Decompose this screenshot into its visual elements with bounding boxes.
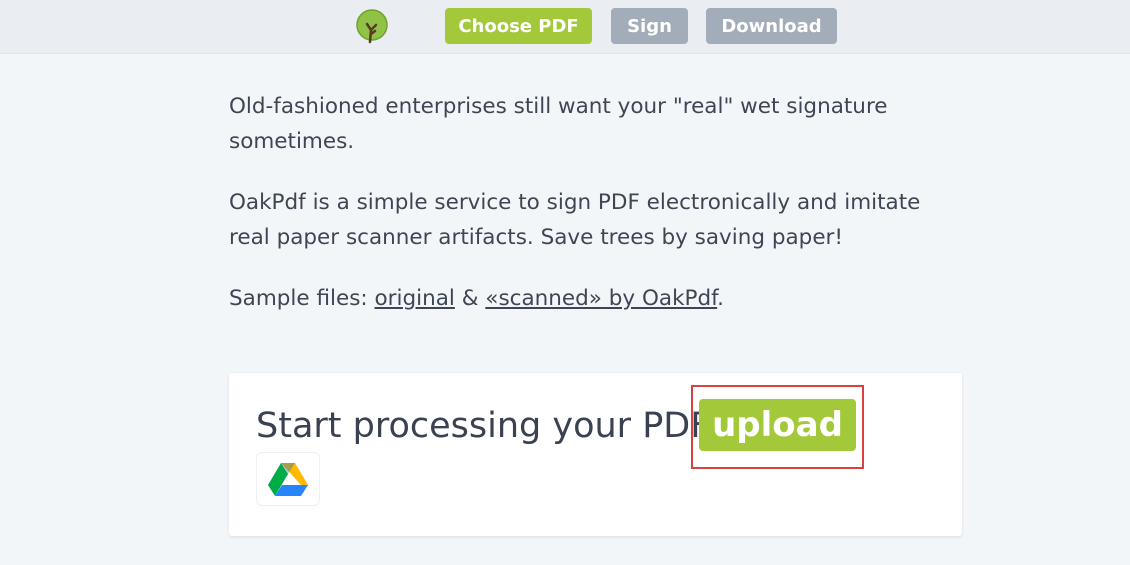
upload-card: Start processing your PDF: upload bbox=[229, 373, 962, 536]
upload-button[interactable]: upload bbox=[699, 399, 856, 451]
top-nav-bar: Choose PDF Sign Download bbox=[0, 0, 1130, 54]
ampersand-text: & bbox=[454, 286, 486, 311]
sample-files-label: Sample files: bbox=[229, 286, 375, 311]
period-text: . bbox=[717, 286, 724, 311]
google-drive-button[interactable] bbox=[256, 452, 320, 506]
scanned-sample-link[interactable]: «scanned» by OakPdf bbox=[485, 286, 717, 311]
sign-button[interactable]: Sign bbox=[611, 8, 688, 44]
choose-pdf-button[interactable]: Choose PDF bbox=[445, 8, 592, 44]
download-button[interactable]: Download bbox=[706, 8, 837, 44]
oak-tree-icon[interactable] bbox=[354, 8, 390, 44]
intro-paragraph-1: Old-fashioned enterprises still want you… bbox=[229, 94, 888, 154]
intro-paragraph-2: OakPdf is a simple service to sign PDF e… bbox=[229, 190, 921, 250]
start-processing-label: Start processing your PDF: bbox=[256, 406, 720, 446]
sample-files-line: Sample files: original & «scanned» by Oa… bbox=[229, 281, 949, 316]
google-drive-icon bbox=[268, 463, 308, 496]
original-sample-link[interactable]: original bbox=[374, 286, 454, 311]
